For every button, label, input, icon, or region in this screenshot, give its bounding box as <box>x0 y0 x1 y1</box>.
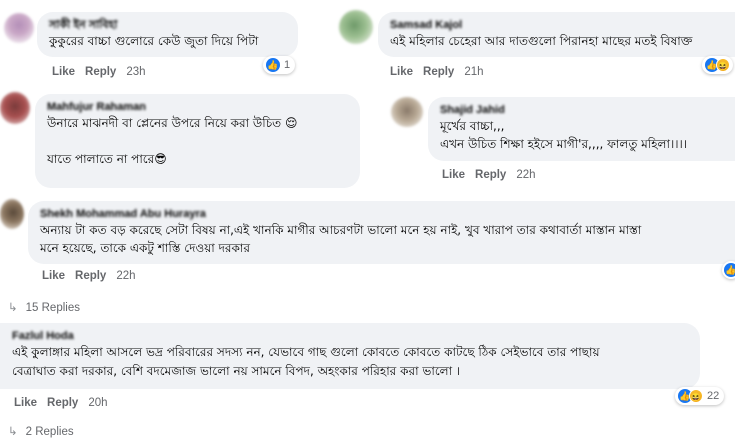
comment-bubble: সাকী ইন সাবিহা কুকুরের বাচ্চা গুলোরে কেউ… <box>37 12 298 57</box>
view-replies-link[interactable]: ↳ 15 Replies <box>8 300 80 314</box>
comment-actions: Like Reply 22h <box>42 270 146 282</box>
comment-text: কুকুরের বাচ্চা গুলোরে কেউ জুতা দিয়ে পিট… <box>49 34 259 48</box>
reaction-count: 22 <box>707 390 720 402</box>
reaction-summary[interactable]: 👍 1 <box>263 56 296 74</box>
view-replies-link[interactable]: ↳ 2 Replies <box>8 424 74 438</box>
comment-author[interactable]: সাকী ইন সাবিহা <box>49 18 286 32</box>
comment-actions: Like Reply 22h <box>442 169 546 181</box>
comment-bubble: Mahfujur Rahaman উনারে মাঝনদী বা প্লেনের… <box>35 94 360 188</box>
reply-arrow-icon: ↳ <box>8 302 18 314</box>
like-button[interactable]: Like <box>14 397 37 409</box>
comment-actions: Like Reply 23h <box>52 66 156 78</box>
comment-author[interactable]: Shekh Mohammad Abu Hurayra <box>40 207 723 221</box>
haha-icon: 😆 <box>716 58 730 72</box>
comment-bubble: Fazlul Hoda এই কুলাঙ্গার মহিলা আসলে ভদ্র… <box>0 323 700 389</box>
reaction-count: 1 <box>284 59 291 71</box>
reply-button[interactable]: Reply <box>85 66 116 78</box>
like-icon: 👍 <box>724 263 735 277</box>
reaction-summary[interactable]: 👍 😆 <box>702 56 733 74</box>
comment-bubble: Samsad Kajol এই মহিলার চেহেরা আর দাতগুলো… <box>378 12 735 57</box>
reply-button[interactable]: Reply <box>75 270 106 282</box>
comment-actions: Like Reply 21h <box>390 66 494 78</box>
timestamp[interactable]: 22h <box>116 270 135 282</box>
haha-icon: 😆 <box>689 389 703 403</box>
comment-text: এই কুলাঙ্গার মহিলা আসলে ভদ্র পরিবারের সদ… <box>12 345 600 378</box>
timestamp[interactable]: 22h <box>516 169 535 181</box>
like-button[interactable]: Like <box>390 66 413 78</box>
comment-text: অন্যায় টা কত বড় করেছে সেটা বিষয় না,এই… <box>40 223 642 255</box>
like-button[interactable]: Like <box>42 270 65 282</box>
comment-author[interactable]: Mahfujur Rahaman <box>47 100 348 114</box>
timestamp[interactable]: 20h <box>88 397 107 409</box>
reply-button[interactable]: Reply <box>475 169 506 181</box>
reaction-summary[interactable]: 👍 😆 22 <box>675 387 725 405</box>
avatar[interactable] <box>391 97 423 127</box>
comment-author[interactable]: Samsad Kajol <box>390 18 723 32</box>
comment-text: উনারে মাঝনদী বা প্লেনের উপরে নিয়ে করা উ… <box>47 116 298 166</box>
like-button[interactable]: Like <box>442 169 465 181</box>
avatar[interactable] <box>339 10 373 44</box>
avatar[interactable] <box>0 92 30 124</box>
comment-bubble: Shajid Jahid মূর্খের বাচ্চা,,, এখন উচিত … <box>428 97 735 161</box>
comment-bubble: Shekh Mohammad Abu Hurayra অন্যায় টা কত… <box>28 201 735 264</box>
reply-button[interactable]: Reply <box>47 397 78 409</box>
comment-actions: Like Reply 20h <box>14 397 118 409</box>
avatar[interactable] <box>0 199 24 229</box>
timestamp[interactable]: 21h <box>464 66 483 78</box>
reaction-summary[interactable]: 👍 <box>722 261 735 279</box>
replies-count[interactable]: 15 Replies <box>26 302 80 314</box>
comment-text: মূর্খের বাচ্চা,,, এখন উচিত শিক্ষা হইসে ম… <box>440 119 688 151</box>
like-icon: 👍 <box>266 58 280 72</box>
reply-button[interactable]: Reply <box>423 66 454 78</box>
replies-count[interactable]: 2 Replies <box>26 426 74 438</box>
avatar[interactable] <box>4 13 34 43</box>
comment-text: এই মহিলার চেহেরা আর দাতগুলো পিরানহা মাছে… <box>390 34 693 48</box>
comment-author[interactable]: Fazlul Hoda <box>12 329 688 343</box>
comment-author[interactable]: Shajid Jahid <box>440 103 723 117</box>
timestamp[interactable]: 23h <box>126 66 145 78</box>
like-button[interactable]: Like <box>52 66 75 78</box>
reply-arrow-icon: ↳ <box>8 426 18 438</box>
